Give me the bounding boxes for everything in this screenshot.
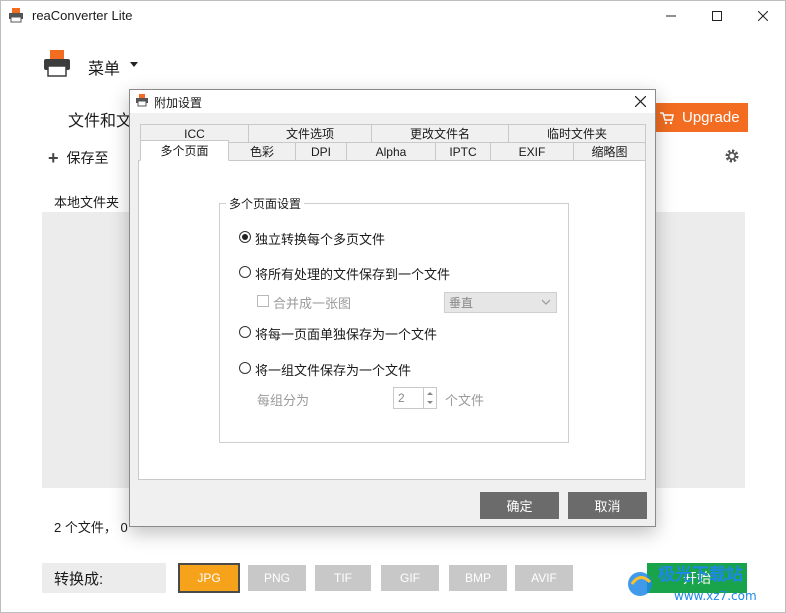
format-gif-button[interactable]: GIF — [381, 565, 439, 591]
stepper-buttons[interactable] — [423, 388, 436, 408]
radio-group-files[interactable] — [239, 362, 251, 374]
radio-convert-each[interactable] — [239, 231, 251, 243]
convert-to-label: 转换成: — [54, 571, 104, 588]
svg-text:极光下载站: 极光下载站 — [658, 564, 743, 585]
upgrade-button[interactable]: Upgrade — [652, 103, 748, 132]
maximize-button[interactable] — [694, 0, 740, 32]
tab-color[interactable]: 色彩 — [228, 142, 296, 160]
close-icon — [634, 95, 646, 107]
save-to-button[interactable]: + 保存至 — [48, 148, 109, 168]
option-convert-each-label[interactable]: 独立转换每个多页文件 — [255, 229, 385, 248]
radio-each-page[interactable] — [239, 326, 251, 338]
format-png-button[interactable]: PNG — [248, 565, 306, 591]
status-text: 2 个文件， 0 — [54, 520, 128, 535]
format-bmp-button[interactable]: BMP — [449, 565, 507, 591]
menu-caret-icon[interactable] — [130, 62, 138, 67]
minimize-button[interactable] — [648, 0, 694, 32]
tab-iptc[interactable]: IPTC — [435, 142, 491, 160]
save-to-label: 保存至 — [66, 150, 109, 166]
merge-direction-value: 垂直 — [449, 296, 474, 310]
option-each-page-label[interactable]: 将每一页面单独保存为一个文件 — [255, 324, 437, 343]
close-icon — [758, 11, 768, 21]
files-section-label: 文件和文 — [68, 113, 133, 130]
minimize-icon — [666, 15, 676, 17]
watermark-logo: 极光下载站 www.xz7.com — [628, 564, 757, 603]
group-title: 多个页面设置 — [226, 195, 305, 212]
upgrade-label: Upgrade — [682, 109, 740, 126]
ok-button[interactable]: 确定 — [480, 492, 559, 519]
dialog-title: 附加设置 — [154, 96, 203, 110]
menu-label[interactable]: 菜单 — [88, 55, 120, 79]
tab-dpi[interactable]: DPI — [295, 142, 347, 160]
plus-icon: + — [48, 148, 59, 168]
tab-file-options[interactable]: 文件选项 — [248, 124, 372, 142]
local-folder-label[interactable]: 本地文件夹 — [54, 192, 119, 211]
maximize-icon — [712, 11, 722, 21]
group-by-label: 每组分为 — [257, 393, 310, 408]
close-window-button[interactable] — [740, 0, 786, 32]
tab-rename[interactable]: 更改文件名 — [371, 124, 509, 142]
tab-alpha[interactable]: Alpha — [346, 142, 436, 160]
group-by-value: 2 — [398, 391, 405, 405]
svg-text:www.xz7.com: www.xz7.com — [674, 589, 757, 603]
format-tif-button[interactable]: TIF — [315, 565, 371, 591]
group-by-unit: 个文件 — [445, 393, 485, 408]
option-group-files-label[interactable]: 将一组文件保存为一个文件 — [255, 360, 411, 379]
format-jpg-button[interactable]: JPG — [178, 563, 240, 593]
format-avif-button[interactable]: AVIF — [515, 565, 573, 591]
chevron-down-icon — [542, 299, 550, 305]
tab-temp-folder[interactable]: 临时文件夹 — [508, 124, 646, 142]
app-title: reaConverter Lite — [32, 8, 133, 23]
group-by-stepper[interactable]: 2 — [393, 387, 437, 409]
tab-exif[interactable]: EXIF — [490, 142, 574, 160]
cancel-button[interactable]: 取消 — [568, 492, 647, 519]
option-save-all-one-label[interactable]: 将所有处理的文件保存到一个文件 — [255, 264, 450, 283]
radio-save-all-one[interactable] — [239, 266, 251, 278]
app-printer-icon — [9, 8, 23, 23]
dialog-close-button[interactable] — [628, 90, 652, 112]
merge-checkbox[interactable] — [257, 295, 269, 307]
dialog-title-bar — [129, 89, 656, 113]
stepper-arrows-icon — [427, 392, 433, 404]
merge-checkbox-label: 合并成一张图 — [273, 296, 352, 311]
radio-selected-dot — [242, 234, 248, 240]
cart-icon — [660, 111, 674, 124]
menu-printer-icon[interactable] — [42, 48, 72, 78]
tab-multipage[interactable]: 多个页面 — [140, 140, 229, 161]
gear-icon[interactable] — [724, 148, 740, 164]
dialog-printer-icon — [136, 94, 148, 107]
tab-thumbnail[interactable]: 缩略图 — [573, 142, 646, 160]
merge-direction-select[interactable]: 垂直 — [444, 292, 557, 313]
